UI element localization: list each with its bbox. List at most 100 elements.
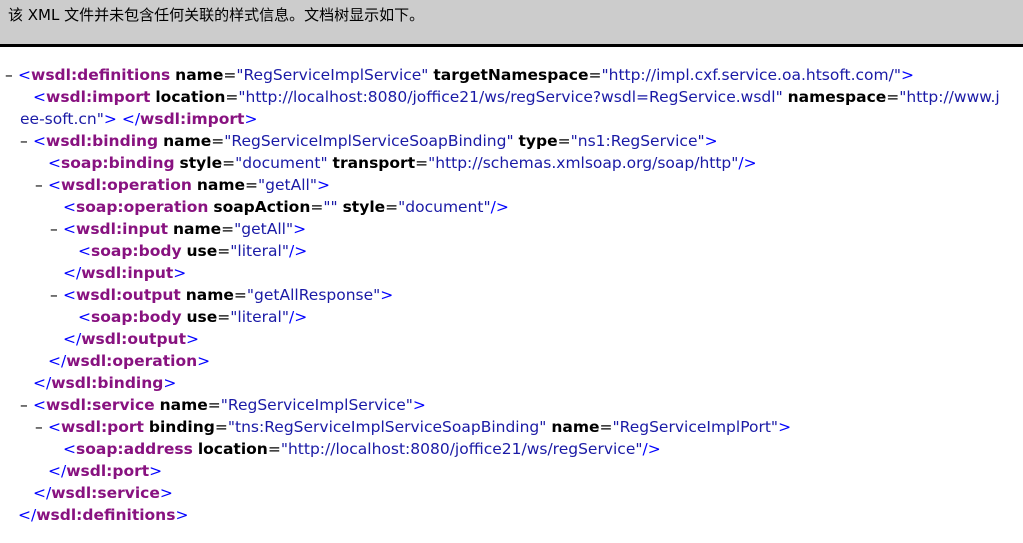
xml-attribute-value: "RegServiceImplService"	[236, 66, 429, 84]
xml-bracket: >	[316, 176, 330, 194]
xml-tree-line: <soap:address location="http://localhost…	[0, 438, 1023, 460]
xml-tag-name: wsdl:output	[76, 286, 181, 304]
xml-attribute-name: transport	[332, 154, 416, 172]
xml-tag-name: soap:address	[76, 440, 193, 458]
xml-tree-line: </wsdl:binding>	[0, 372, 1023, 394]
xml-attribute-value: "getAll"	[234, 220, 294, 238]
xml-tree-line: – <wsdl:operation name="getAll">	[0, 174, 1023, 196]
xml-equals: =	[385, 198, 399, 216]
xml-info-banner: 该 XML 文件并未包含任何关联的样式信息。文档树显示如下。	[0, 0, 1023, 47]
xml-tag-name: wsdl:definitions	[36, 506, 176, 524]
xml-tag-name: wsdl:service	[46, 396, 155, 414]
xml-equals: =	[886, 88, 900, 106]
xml-bracket: <	[18, 66, 31, 84]
xml-tree-line: – <wsdl:binding name="RegServiceImplServi…	[0, 130, 1023, 152]
collapse-toggle[interactable]: –	[35, 174, 48, 196]
collapse-toggle[interactable]: –	[35, 416, 48, 438]
xml-attribute-name: use	[186, 242, 218, 260]
collapse-toggle[interactable]: –	[5, 64, 18, 86]
xml-attribute-value: "literal"	[230, 242, 289, 260]
xml-attribute-name: name	[185, 286, 234, 304]
xml-tag-name: wsdl:operation	[61, 176, 192, 194]
xml-tag-name: wsdl:definitions	[31, 66, 171, 84]
xml-bracket: >	[175, 506, 189, 524]
xml-tag-name: soap:operation	[76, 198, 209, 216]
xml-bracket: </	[48, 352, 67, 370]
xml-bracket: />	[288, 308, 308, 326]
xml-attribute-value: "http://localhost:8080/joffice21/ws/regS…	[280, 440, 643, 458]
xml-bracket: <	[63, 286, 76, 304]
xml-equals: =	[223, 66, 237, 84]
xml-tree-line: – <wsdl:port binding="tns:RegServiceImplS…	[0, 416, 1023, 438]
xml-equals: =	[245, 176, 259, 194]
xml-attribute-name: name	[163, 132, 212, 150]
xml-tree-line: – <wsdl:service name="RegServiceImplServi…	[0, 394, 1023, 416]
collapse-toggle[interactable]: –	[20, 130, 33, 152]
xml-attribute-value: "ns1:RegService"	[570, 132, 705, 150]
xml-attribute-value: "http://impl.cxf.service.oa.htsoft.com/"	[601, 66, 901, 84]
xml-bracket: </	[18, 506, 37, 524]
xml-attribute-name: location	[197, 440, 268, 458]
xml-equals: =	[222, 154, 236, 172]
xml-tag-name: wsdl:operation	[66, 352, 198, 370]
xml-tree-line: </wsdl:port>	[0, 460, 1023, 482]
xml-bracket: />	[288, 242, 308, 260]
xml-bracket: <	[48, 154, 61, 172]
collapse-toggle[interactable]: –	[20, 394, 33, 416]
xml-bracket: <	[63, 440, 76, 458]
xml-tree-line: – <wsdl:output name="getAllResponse">	[0, 284, 1023, 306]
xml-equals: =	[415, 154, 429, 172]
xml-tag-name: wsdl:service	[51, 484, 160, 502]
xml-attribute-value: "document"	[235, 154, 328, 172]
xml-bracket: >	[173, 264, 187, 282]
xml-bracket: </	[63, 330, 82, 348]
xml-info-message: 该 XML 文件并未包含任何关联的样式信息。文档树显示如下。	[8, 6, 425, 24]
xml-tree-line: </wsdl:definitions>	[0, 504, 1023, 526]
xml-bracket: >	[149, 462, 163, 480]
xml-bracket: >	[901, 66, 914, 84]
xml-attribute-name: type	[518, 132, 558, 150]
xml-tag-name: wsdl:port	[66, 462, 150, 480]
xml-tree-line: <soap:operation soapAction="" style="doc…	[0, 196, 1023, 218]
xml-attribute-name: name	[159, 396, 208, 414]
xml-tag-name: wsdl:import	[140, 110, 245, 128]
xml-bracket: </	[33, 484, 52, 502]
xml-attribute-name: namespace	[787, 88, 887, 106]
xml-tree-line: </wsdl:output>	[0, 328, 1023, 350]
xml-attribute-name: name	[196, 176, 246, 194]
xml-bracket: </	[121, 110, 141, 128]
xml-tag-name: wsdl:input	[76, 220, 169, 238]
collapse-toggle[interactable]: –	[50, 284, 63, 306]
xml-tag-name: soap:body	[91, 242, 182, 260]
xml-attribute-value: "RegServiceImplPort"	[612, 418, 779, 436]
xml-bracket: <	[33, 132, 46, 150]
xml-bracket: >	[186, 330, 200, 348]
xml-attribute-name: name	[175, 66, 224, 84]
xml-equals: =	[599, 418, 613, 436]
xml-bracket: >	[197, 352, 211, 370]
collapse-toggle[interactable]: –	[50, 218, 63, 240]
xml-attribute-name: location	[155, 88, 226, 106]
xml-bracket: <	[63, 198, 76, 216]
xml-attribute-value: "getAllResponse"	[246, 286, 381, 304]
xml-attribute-value: "getAll"	[258, 176, 317, 194]
xml-attribute-value: "literal"	[230, 308, 289, 326]
xml-equals: =	[217, 308, 231, 326]
xml-attribute-name: name	[172, 220, 222, 238]
xml-attribute-value: "tns:RegServiceImplServiceSoapBinding"	[227, 418, 547, 436]
xml-equals: =	[225, 88, 239, 106]
xml-equals: =	[211, 132, 225, 150]
xml-tree-line: <soap:body use="literal"/>	[0, 306, 1023, 328]
xml-equals: =	[588, 66, 602, 84]
xml-tree-line: </wsdl:operation>	[0, 350, 1023, 372]
xml-bracket: </	[48, 462, 67, 480]
xml-equals: =	[221, 220, 235, 238]
xml-bracket: <	[33, 396, 46, 414]
xml-bracket: >	[704, 132, 718, 150]
xml-attribute-value: "http://localhost:8080/joffice21/ws/regS…	[238, 88, 783, 106]
xml-attribute-value: "http://schemas.xmlsoap.org/soap/http"	[428, 154, 739, 172]
xml-bracket: </	[33, 374, 52, 392]
xml-tag-name: wsdl:port	[61, 418, 144, 436]
xml-bracket: />	[642, 440, 661, 458]
xml-bracket: <	[63, 220, 76, 238]
